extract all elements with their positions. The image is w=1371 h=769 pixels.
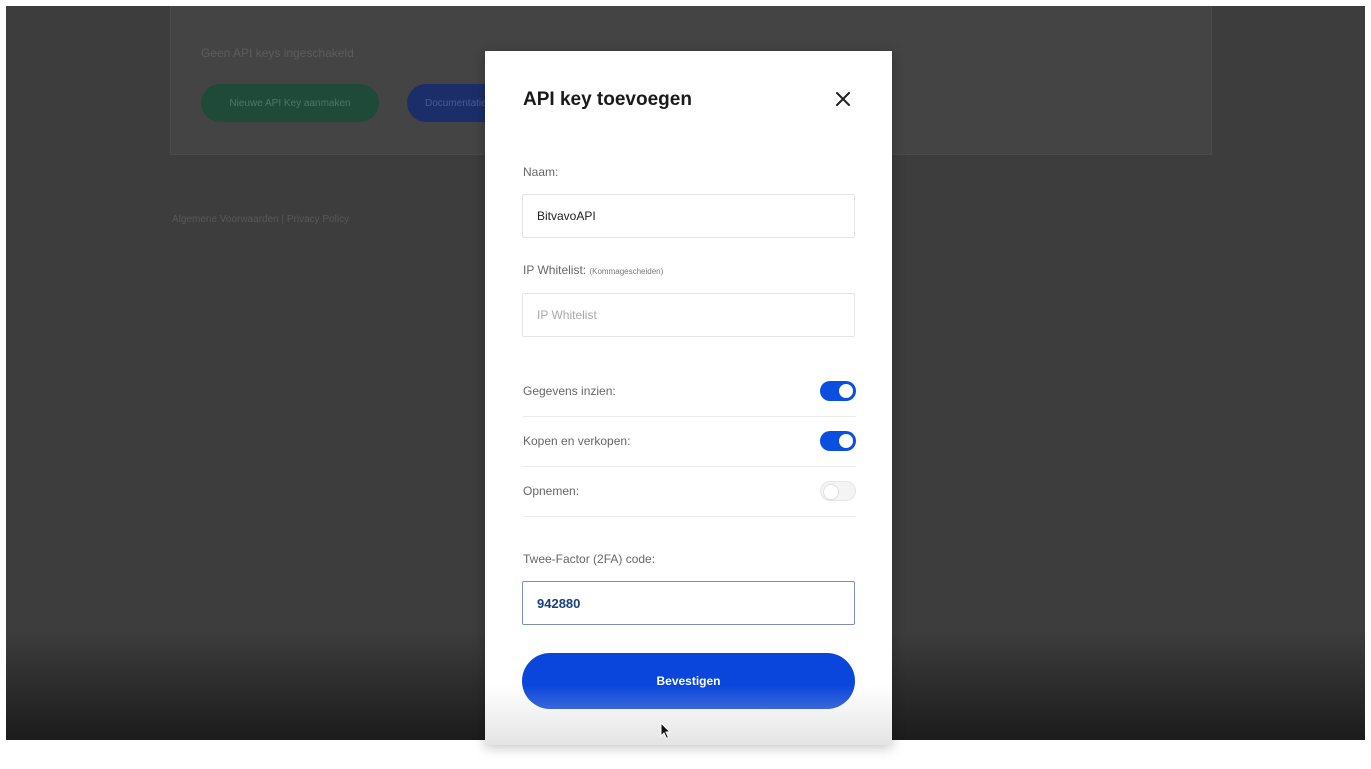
withdraw-toggle[interactable] bbox=[820, 481, 856, 501]
close-icon bbox=[836, 92, 850, 106]
name-label: Naam: bbox=[523, 165, 559, 179]
permission-row-view-data: Gegevens inzien: bbox=[523, 366, 856, 417]
ip-whitelist-input[interactable] bbox=[522, 293, 855, 337]
twofa-label: Twee-Factor (2FA) code: bbox=[523, 552, 656, 566]
permission-label: Kopen en verkopen: bbox=[523, 434, 631, 448]
close-button[interactable] bbox=[831, 87, 855, 111]
mouse-cursor-icon bbox=[660, 722, 672, 740]
view-data-toggle[interactable] bbox=[820, 381, 856, 401]
card-title: Geen API keys ingeschakeld bbox=[201, 46, 354, 60]
trade-toggle[interactable] bbox=[820, 431, 856, 451]
confirm-button[interactable]: Bevestigen bbox=[522, 653, 855, 709]
ip-whitelist-label: IP Whitelist: (Kommagescheiden) bbox=[523, 263, 663, 277]
permission-label: Opnemen: bbox=[523, 484, 580, 498]
permission-row-trade: Kopen en verkopen: bbox=[523, 416, 856, 467]
modal-title: API key toevoegen bbox=[523, 89, 692, 110]
twofa-input[interactable] bbox=[522, 581, 855, 625]
toggle-knob bbox=[839, 384, 853, 398]
toggle-knob bbox=[823, 484, 839, 500]
permission-label: Gegevens inzien: bbox=[523, 384, 616, 398]
toggle-knob bbox=[839, 434, 853, 448]
ip-whitelist-hint: (Kommagescheiden) bbox=[589, 267, 664, 276]
add-api-key-modal: API key toevoegen Naam: IP Whitelist: (K… bbox=[485, 51, 892, 745]
name-input[interactable] bbox=[522, 194, 855, 238]
ip-whitelist-label-text: IP Whitelist: bbox=[523, 263, 587, 277]
permission-row-withdraw: Opnemen: bbox=[523, 466, 856, 517]
footer-links: Algemene Voorwaarden | Privacy Policy bbox=[172, 214, 350, 225]
add-api-key-button: Nieuwe API Key aanmaken bbox=[201, 84, 379, 122]
